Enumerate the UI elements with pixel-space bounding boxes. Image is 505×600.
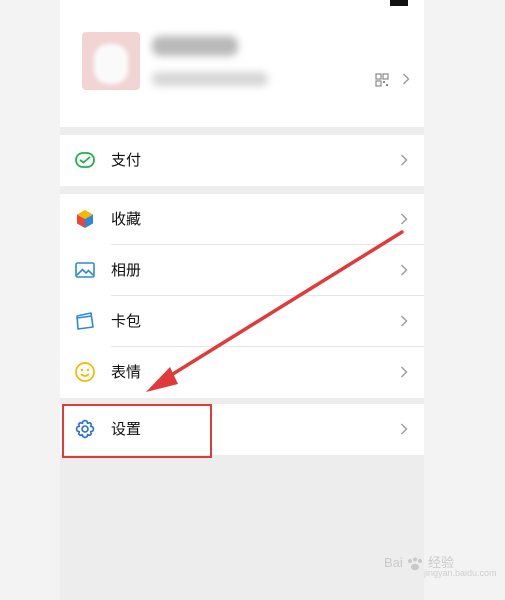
- qr-code-icon[interactable]: [375, 72, 389, 87]
- chevron-right-icon: [402, 73, 410, 85]
- blurred-wechat-id: [152, 72, 268, 86]
- watermark-brand: Bai: [384, 555, 403, 570]
- menu-item-label: 表情: [111, 363, 142, 381]
- card-icon: [74, 310, 96, 332]
- wechat-me-screen: 支付 收藏 相册 卡包 表情 设置: [60, 0, 424, 600]
- menu-item-label: 卡包: [111, 312, 142, 330]
- annotation-highlight-box: [62, 404, 212, 458]
- menu-item-label: 支付: [111, 151, 142, 169]
- cube-icon: [74, 208, 96, 230]
- menu-item-label: 收藏: [111, 210, 142, 228]
- chevron-right-icon: [400, 154, 408, 166]
- profile-card[interactable]: [60, 0, 424, 127]
- menu-item-label: 相册: [111, 261, 142, 279]
- smiley-icon: [74, 361, 96, 383]
- watermark-url: jingyan.baidu.com: [424, 568, 497, 578]
- blurred-nickname: [152, 36, 238, 56]
- menu-item-stickers[interactable]: 表情: [60, 347, 424, 398]
- menu-item-pay[interactable]: 支付: [60, 135, 424, 186]
- paw-icon: [406, 557, 424, 571]
- menu-item-favorites[interactable]: 收藏: [60, 194, 424, 245]
- chevron-right-icon: [400, 315, 408, 327]
- avatar[interactable]: [82, 32, 140, 90]
- chevron-right-icon: [400, 366, 408, 378]
- menu-item-album[interactable]: 相册: [60, 245, 424, 296]
- menu-item-cards[interactable]: 卡包: [60, 296, 424, 347]
- watermark: Bai 经验 jingyan.baidu.com: [384, 552, 497, 578]
- chevron-right-icon: [400, 264, 408, 276]
- pay-section: 支付: [60, 135, 424, 186]
- services-section: 收藏 相册 卡包 表情: [60, 194, 424, 398]
- chevron-right-icon: [400, 213, 408, 225]
- picture-icon: [74, 259, 96, 281]
- status-bar-fragment: [390, 0, 408, 6]
- chevron-right-icon: [400, 423, 408, 435]
- wallet-icon: [74, 149, 96, 171]
